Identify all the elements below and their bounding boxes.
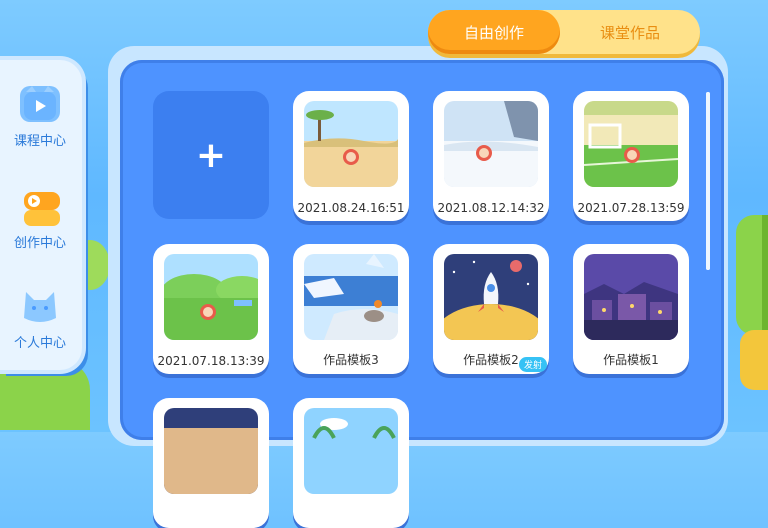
work-card[interactable]: 2021.07.18.13:39 <box>153 244 269 374</box>
work-thumbnail <box>164 408 258 494</box>
sidebar-item-label: 创作中心 <box>13 236 66 251</box>
work-card[interactable] <box>153 398 269 528</box>
work-thumbnail <box>584 101 678 187</box>
work-thumbnail <box>444 254 538 340</box>
video-icon <box>20 86 60 122</box>
work-label: 作品模板2 <box>463 353 519 367</box>
work-label: 作品模板3 <box>323 353 379 367</box>
tab-class-works[interactable]: 课堂作品 <box>560 10 700 54</box>
work-thumbnail <box>304 101 398 187</box>
work-card[interactable]: 发射 作品模板2 <box>433 244 549 374</box>
work-thumbnail <box>304 254 398 340</box>
sidebar-item-creation-center[interactable]: 创作中心 <box>0 178 80 268</box>
work-card[interactable]: 2021.08.12.14:32 <box>433 91 549 221</box>
sidebar-item-label: 个人中心 <box>13 336 66 351</box>
play-stack-icon <box>20 188 60 226</box>
work-thumbnail <box>584 254 678 340</box>
work-label: 2021.07.28.13:59 <box>577 201 685 215</box>
work-card[interactable] <box>293 398 409 528</box>
sidebar: 课程中心 创作中心 个人中心 <box>0 60 82 370</box>
cat-face-icon <box>20 288 60 324</box>
new-work-button[interactable]: + <box>153 91 269 219</box>
grass-decoration-left <box>0 360 90 430</box>
grass-decoration-right <box>736 215 768 335</box>
work-label: 2021.08.12.14:32 <box>437 201 545 215</box>
scrollbar-thumb[interactable] <box>706 92 710 270</box>
plus-icon: + <box>195 134 227 176</box>
work-thumbnail <box>304 408 398 494</box>
work-thumbnail <box>444 101 538 187</box>
work-label: 作品模板1 <box>603 353 659 367</box>
work-card[interactable]: 2021.08.24.16:51 <box>293 91 409 221</box>
sidebar-item-label: 课程中心 <box>13 134 66 149</box>
sidebar-item-course-center[interactable]: 课程中心 <box>0 76 80 166</box>
sand-decoration-right <box>740 330 768 390</box>
work-card[interactable]: 作品模板3 <box>293 244 409 374</box>
sidebar-item-personal-center[interactable]: 个人中心 <box>0 278 80 368</box>
work-thumbnail <box>164 254 258 340</box>
work-label: 2021.07.18.13:39 <box>157 354 265 368</box>
work-card[interactable]: 2021.07.28.13:59 <box>573 91 689 221</box>
tab-free-creation[interactable]: 自由创作 <box>428 10 560 54</box>
work-card[interactable]: 作品模板1 <box>573 244 689 374</box>
work-label: 2021.08.24.16:51 <box>297 201 405 215</box>
tab-bar: 自由创作 课堂作品 <box>428 10 700 54</box>
